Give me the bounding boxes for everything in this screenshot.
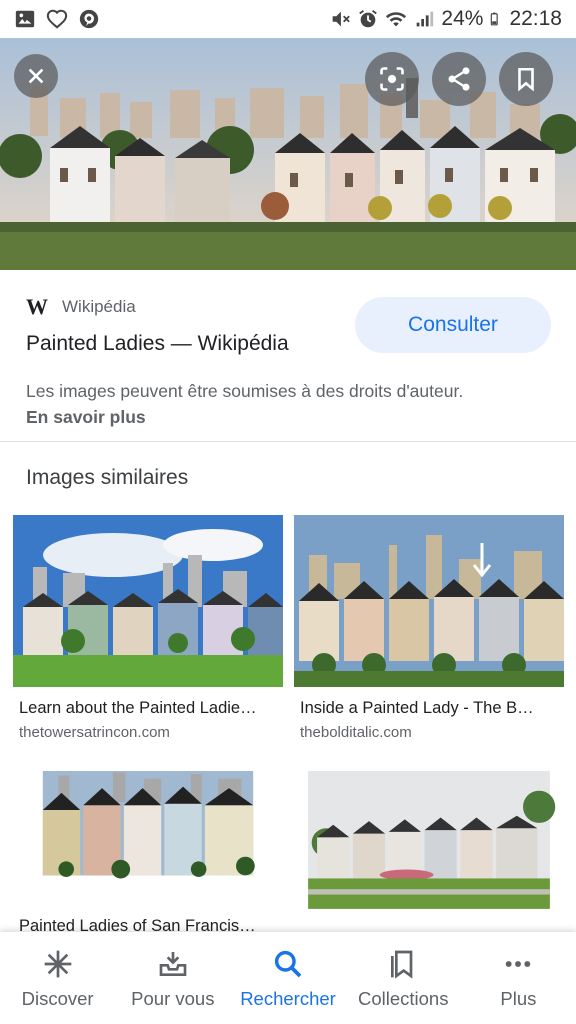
wikipedia-logo: W xyxy=(26,294,48,319)
pinterest-icon xyxy=(79,9,99,29)
similar-domain: thetowersatrincon.com xyxy=(19,724,170,741)
copyright-notice: Les images peuvent être soumises à des d… xyxy=(26,381,464,401)
nav-collections[interactable]: Collections xyxy=(346,932,461,1024)
save-button[interactable] xyxy=(499,52,553,106)
nav-more[interactable]: Plus xyxy=(461,932,576,1024)
similar-thumbnail[interactable] xyxy=(13,771,283,905)
status-bar: 24% 22:18 xyxy=(0,0,576,38)
similar-domain: thebolditalic.com xyxy=(300,724,412,741)
similar-thumbnail[interactable] xyxy=(294,771,564,925)
close-icon xyxy=(28,68,44,84)
nav-label: Discover xyxy=(21,988,94,1009)
bookmark-icon xyxy=(518,67,534,92)
similar-caption: Learn about the Painted Ladie… xyxy=(19,699,257,717)
battery-percent: 24% xyxy=(441,7,484,30)
wifi-icon xyxy=(386,12,407,27)
visit-button[interactable]: Consulter xyxy=(355,297,551,353)
gallery-icon xyxy=(15,10,35,28)
nav-for-you[interactable]: Pour vous xyxy=(115,932,230,1024)
heart-icon xyxy=(46,9,68,29)
alarm-icon xyxy=(359,10,378,28)
asterisk-icon xyxy=(44,950,71,978)
nav-label: Pour vous xyxy=(131,988,215,1009)
similar-image-card[interactable]: Learn about the Painted Ladie… thetowers… xyxy=(13,515,283,741)
nav-discover[interactable]: Discover xyxy=(0,932,115,1024)
battery-icon xyxy=(491,12,499,26)
source-site-name: Wikipédia xyxy=(62,297,136,316)
similar-caption: Inside a Painted Lady - The B… xyxy=(300,699,534,717)
more-icon xyxy=(506,961,531,967)
share-icon xyxy=(448,67,470,91)
similar-thumbnail[interactable] xyxy=(294,515,564,687)
clock: 22:18 xyxy=(509,7,562,30)
learn-more-link[interactable]: En savoir plus xyxy=(26,407,146,428)
hero-image[interactable] xyxy=(0,38,576,270)
search-icon xyxy=(274,950,302,978)
similar-thumbnail[interactable] xyxy=(13,515,283,687)
close-button[interactable] xyxy=(14,54,58,98)
similar-image-card[interactable] xyxy=(294,771,564,925)
nav-label: Plus xyxy=(500,988,537,1009)
lens-button[interactable] xyxy=(365,52,419,106)
nav-label: Rechercher xyxy=(240,988,336,1009)
mute-icon xyxy=(333,11,351,27)
source-panel: W Wikipédia Painted Ladies — Wikipédia L… xyxy=(0,270,576,442)
nav-label: Collections xyxy=(357,988,449,1009)
lens-icon xyxy=(380,67,404,91)
source-title[interactable]: Painted Ladies — Wikipédia xyxy=(26,332,289,356)
similar-image-card[interactable]: Painted Ladies of San Francis… xyxy=(13,771,283,936)
inbox-icon xyxy=(159,952,187,976)
similar-image-card[interactable]: Inside a Painted Lady - The B… theboldit… xyxy=(294,515,564,741)
share-button[interactable] xyxy=(432,52,486,106)
nav-search[interactable]: Rechercher xyxy=(230,932,345,1024)
bottom-navigation: Discover Pour vous Rechercher Collection… xyxy=(0,932,576,1024)
collections-icon xyxy=(391,950,413,979)
similar-images-heading: Images similaires xyxy=(26,466,189,489)
signal-icon xyxy=(417,11,434,27)
